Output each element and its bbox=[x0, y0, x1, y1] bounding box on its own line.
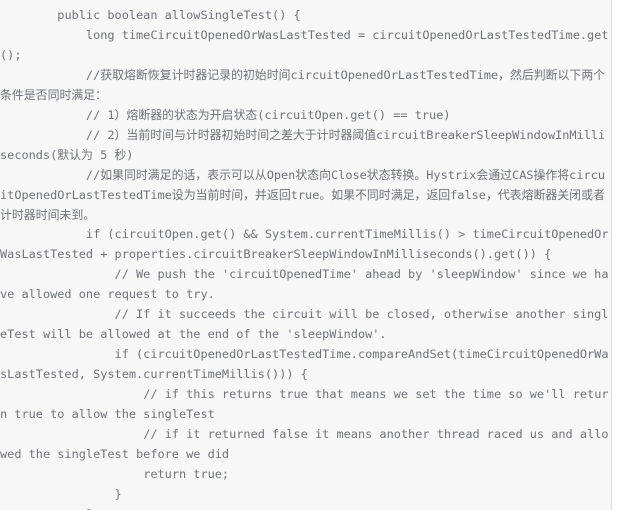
code-line: long timeCircuitOpenedOrWasLastTested = … bbox=[0, 27, 609, 62]
code-line: //获取熔断恢复计时器记录的初始时间circuitOpenedOrLastTes… bbox=[0, 67, 606, 102]
code-line: // 2）当前时间与计时器初始时间之差大于计时器阈值circuitBreaker… bbox=[0, 127, 606, 162]
panel-right-gutter bbox=[613, 0, 619, 510]
code-line: public boolean allowSingleTest() { bbox=[0, 8, 301, 22]
code-line: if (circuitOpen.get() && System.currentT… bbox=[0, 227, 609, 262]
code-line: // If it succeeds the circuit will be cl… bbox=[0, 307, 609, 342]
code-line: // if it returned false it means another… bbox=[0, 427, 609, 461]
code-line: //如果同时满足的话，表示可以从Open状态向Close状态转换。Hystrix… bbox=[0, 167, 605, 222]
code-line: return true; bbox=[0, 466, 230, 481]
code-line: if (circuitOpenedOrLastTestedTime.compar… bbox=[0, 347, 609, 382]
code-line: // if this returns true that means we se… bbox=[0, 387, 609, 422]
code-block-panel: public boolean allowSingleTest() { long … bbox=[0, 0, 612, 510]
code-line: // We push the 'circuitOpenedTime' ahead… bbox=[0, 267, 609, 302]
code-line: // 1）熔断器的状态为开启状态(circuitOpen.get() == tr… bbox=[0, 107, 451, 122]
code-line: } bbox=[0, 505, 611, 510]
code-line: } bbox=[0, 486, 122, 501]
source-code: public boolean allowSingleTest() { long … bbox=[0, 0, 611, 510]
